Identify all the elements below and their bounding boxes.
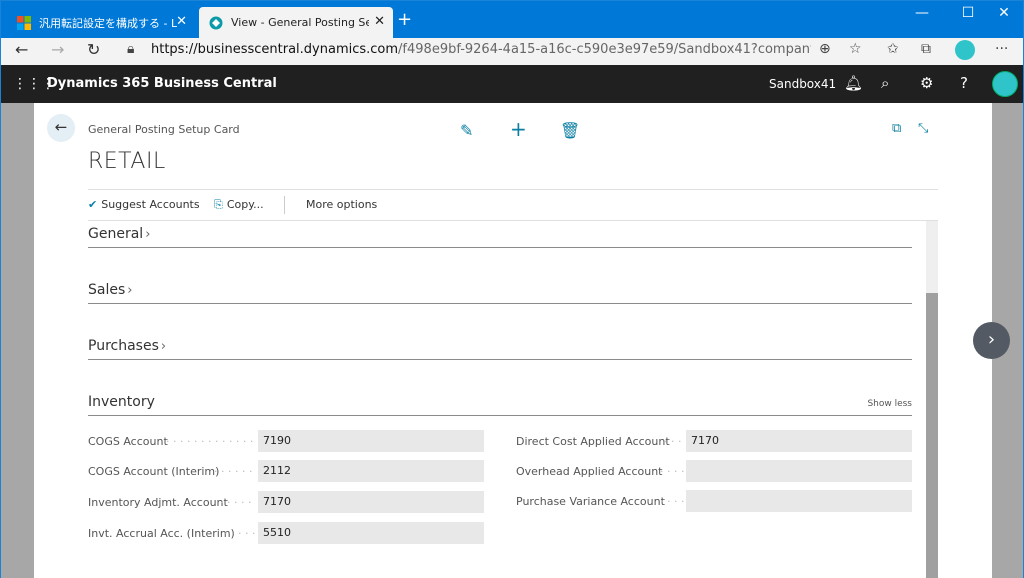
- copy-button[interactable]: ⎘ Copy...: [214, 198, 264, 212]
- check-circle-icon: ✔: [88, 198, 98, 211]
- help-icon[interactable]: ?: [960, 74, 968, 92]
- dynamics-logo-icon: [209, 16, 223, 29]
- section-sales[interactable]: Sales ›: [88, 278, 912, 304]
- inventory-adjmt-account-input[interactable]: 7170: [258, 491, 484, 513]
- section-purchases[interactable]: Purchases ›: [88, 334, 912, 360]
- back-arrow-icon[interactable]: ←: [15, 40, 28, 59]
- tab-learn[interactable]: 汎用転記設定を構成する - Learn | ✕: [7, 7, 195, 38]
- page-caption: General Posting Setup Card: [88, 123, 240, 136]
- scrollbar-thumb[interactable]: [926, 293, 938, 578]
- cogs-account-input[interactable]: 7190: [258, 430, 484, 452]
- chevron-right-icon: ›: [145, 227, 151, 242]
- direct-cost-applied-account-input[interactable]: 7170: [686, 430, 912, 452]
- add-app-icon[interactable]: ⊕: [819, 41, 831, 57]
- divider: [88, 220, 938, 221]
- url-field[interactable]: https://businesscentral.dynamics.com/f49…: [151, 42, 811, 57]
- refresh-icon[interactable]: ↻: [87, 40, 100, 59]
- record-title: RETAIL: [88, 149, 166, 174]
- chevron-right-icon: ›: [127, 283, 133, 298]
- new-tab-icon[interactable]: +: [397, 9, 412, 30]
- close-tab-icon[interactable]: ✕: [374, 14, 385, 29]
- chevron-right-icon: ›: [160, 339, 167, 354]
- close-tab-icon[interactable]: ✕: [176, 14, 187, 29]
- app-title[interactable]: Dynamics 365 Business Central: [47, 76, 277, 91]
- invt-accrual-acc-interim-input[interactable]: 5510: [258, 522, 484, 544]
- field-overhead-applied-account: Overhead Applied Account · · · ·: [516, 460, 912, 482]
- favorites-list-icon[interactable]: ✩: [887, 41, 899, 57]
- field-invt-accrual-acc-interim: Invt. Accrual Acc. (Interim) · · · · · 5…: [88, 522, 484, 544]
- suggest-accounts-button[interactable]: ✔ Suggest Accounts: [88, 198, 200, 211]
- tab-strip: 汎用転記設定を構成する - Learn | ✕ View - General P…: [1, 1, 1023, 38]
- microsoft-logo-icon: [17, 15, 31, 30]
- page-backdrop: ← General Posting Setup Card RETAIL ✎ + …: [1, 103, 1023, 578]
- field-cogs-account-interim: COGS Account (Interim) · · · · · · · 211…: [88, 460, 484, 482]
- more-menu-icon[interactable]: ···: [995, 41, 1008, 57]
- address-bar: ← → ↻ 🔒︎ https://businesscentral.dynamic…: [1, 38, 1023, 64]
- open-new-window-icon[interactable]: ⧉: [892, 121, 901, 136]
- field-direct-cost-applied-account: Direct Cost Applied Account · · · 7170: [516, 430, 912, 452]
- search-icon[interactable]: ⌕: [881, 74, 889, 92]
- cogs-account-interim-input[interactable]: 2112: [258, 460, 484, 482]
- notification-bell-icon[interactable]: 🔔︎: [844, 74, 863, 92]
- profile-avatar[interactable]: [955, 40, 975, 60]
- new-plus-icon[interactable]: +: [510, 117, 527, 141]
- close-window-icon[interactable]: ✕: [981, 1, 1024, 27]
- user-avatar[interactable]: [992, 71, 1018, 97]
- delete-trash-icon[interactable]: 🗑︎: [560, 121, 580, 140]
- scrollbar[interactable]: [926, 221, 938, 578]
- favorite-star-icon[interactable]: ☆: [849, 41, 862, 57]
- section-general[interactable]: General ›: [88, 222, 912, 248]
- tab-title: View - General Posting Setup Card: [231, 16, 369, 29]
- field-purchase-variance-account: Purchase Variance Account · · · ·: [516, 490, 912, 512]
- edit-pencil-icon[interactable]: ✎: [460, 121, 473, 140]
- environment-name[interactable]: Sandbox41: [769, 77, 836, 91]
- minimize-icon[interactable]: —: [899, 1, 945, 27]
- more-options-button[interactable]: More options: [306, 198, 377, 211]
- show-less-link[interactable]: Show less: [867, 399, 912, 409]
- section-inventory[interactable]: Inventory Show less: [88, 390, 912, 416]
- collections-icon[interactable]: ⧉: [921, 41, 931, 57]
- forward-arrow-icon[interactable]: →: [51, 40, 64, 59]
- overhead-applied-account-input[interactable]: [686, 460, 912, 482]
- tab-title: 汎用転記設定を構成する - Learn |: [39, 16, 177, 30]
- divider: [284, 196, 285, 214]
- next-record-button[interactable]: ›: [973, 322, 1010, 359]
- lock-icon[interactable]: 🔒︎: [127, 41, 134, 57]
- browser-window: 汎用転記設定を構成する - Learn | ✕ View - General P…: [0, 0, 1024, 578]
- back-button[interactable]: ←: [47, 114, 75, 142]
- divider: [88, 189, 938, 190]
- field-inventory-adjmt-account: Inventory Adjmt. Account · · · · · · 717…: [88, 491, 484, 513]
- collapse-icon[interactable]: ⤡: [918, 121, 928, 136]
- bc-header: ⋮⋮⋮ Dynamics 365 Business Central Sandbo…: [1, 65, 1023, 103]
- tab-business-central[interactable]: View - General Posting Setup Card ✕: [199, 7, 393, 38]
- field-cogs-account: COGS Account · · · · · · · · · · · · · ·…: [88, 430, 484, 452]
- card-page: ← General Posting Setup Card RETAIL ✎ + …: [34, 103, 992, 578]
- purchase-variance-account-input[interactable]: [686, 490, 912, 512]
- copy-icon: ⎘: [214, 198, 223, 211]
- settings-gear-icon[interactable]: ⚙: [920, 74, 933, 92]
